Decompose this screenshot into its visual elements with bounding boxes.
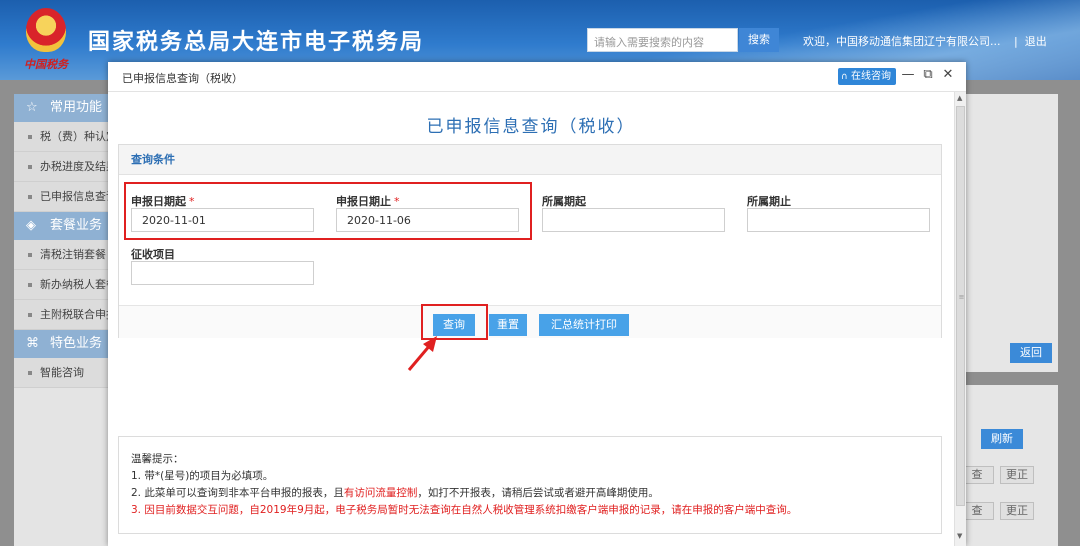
- summary-print-button[interactable]: 汇总统计打印: [539, 314, 629, 336]
- annotation-box-dates: [124, 182, 532, 240]
- sidebar-item-label: 税（费）种认定: [40, 130, 116, 143]
- headset-icon: ∩: [841, 72, 848, 82]
- query-conditions-panel: 查询条件 申报日期起 * 2020-11-01 申报日期止 * 2020-11-06…: [118, 144, 942, 338]
- tips-panel: 温馨提示： 1. 带*(星号)的项目为必填项。 2. 此菜单可以查询到非本平台申…: [118, 436, 942, 534]
- logout-link[interactable]: | 退出: [1014, 33, 1047, 49]
- query-panel-header: 查询条件: [119, 145, 941, 175]
- sidebar-group-common[interactable]: ☆ 常用功能: [14, 94, 116, 122]
- sidebar-item-label: 办税进度及结果: [40, 160, 116, 173]
- grip-icon: ≡: [958, 293, 965, 301]
- sidebar-group-featured[interactable]: ⌘ 特色业务: [14, 330, 116, 358]
- sidebar-item-new-taxpayer[interactable]: 新办纳税人套餐: [14, 270, 116, 300]
- sidebar-group-label: 特色业务: [50, 336, 103, 351]
- site-title: 国家税务总局大连市电子税务局: [88, 30, 425, 55]
- logout-label[interactable]: 退出: [1025, 35, 1047, 48]
- bullet-icon: [28, 195, 32, 199]
- sidebar-item-label: 智能咨询: [40, 366, 84, 379]
- page-title: 已申报信息查询（税收）: [426, 117, 636, 137]
- period-start-label: 所属期起: [542, 195, 586, 208]
- sidebar-item-label: 清税注销套餐: [40, 248, 106, 261]
- bullet-icon: [28, 371, 32, 375]
- period-end-input[interactable]: [747, 208, 930, 232]
- sidebar-group-package[interactable]: ◈ 套餐业务: [14, 212, 116, 240]
- restore-icon[interactable]: ⧉: [920, 67, 936, 82]
- header-separator: |: [1014, 35, 1018, 48]
- return-button[interactable]: 返回: [1010, 343, 1052, 363]
- background-panel-top: [962, 94, 1058, 372]
- bullet-icon: [28, 165, 32, 169]
- levy-item-input[interactable]: [131, 261, 314, 285]
- search-button[interactable]: 搜索: [739, 28, 779, 52]
- sidebar-item-deregistration[interactable]: 清税注销套餐: [14, 240, 116, 270]
- tip-line-2: 2. 此菜单可以查询到非本平台申报的报表，且有访问流量控制，如打不开报表，请稍后…: [131, 485, 929, 502]
- dialog-titlebar: 已申报信息查询（税收） ∩ 在线咨询 — ⧉ ✕: [108, 62, 966, 92]
- bullet-icon: [28, 283, 32, 287]
- period-end-label: 所属期止: [747, 195, 791, 208]
- bullet-icon: [28, 253, 32, 257]
- online-consult-label: 在线咨询: [851, 71, 891, 82]
- scroll-up-icon[interactable]: ▲: [957, 94, 962, 102]
- welcome-text[interactable]: 欢迎，中国移动通信集团辽宁有限公司...: [803, 33, 1001, 49]
- button-row: 查询 重置 汇总统计打印: [119, 305, 941, 338]
- scroll-down-icon[interactable]: ▼: [957, 532, 962, 540]
- scroll-thumb[interactable]: ≡: [956, 106, 965, 506]
- tips-title: 温馨提示：: [131, 453, 184, 465]
- declared-info-dialog: 已申报信息查询（税收） ∩ 在线咨询 — ⧉ ✕ ▲ ≡ ▼ 已申报信息查询（税收…: [108, 62, 966, 546]
- correct-button[interactable]: 更正: [1000, 466, 1034, 484]
- tip-line-3: 3. 因目前数据交互问题，自2019年9月起，电子税务局暂时无法查询在自然人税收…: [131, 504, 798, 516]
- dialog-title: 已申报信息查询（税收）: [122, 72, 243, 85]
- annotation-arrow-icon: [407, 336, 437, 371]
- close-icon[interactable]: ✕: [940, 67, 956, 82]
- tip-line-1: 1. 带*(星号)的项目为必填项。: [131, 470, 274, 482]
- minimize-icon[interactable]: —: [900, 67, 916, 82]
- levy-item-label: 征收项目: [131, 248, 175, 261]
- tax-emblem-icon: [26, 8, 66, 52]
- sidebar-item-declared-query[interactable]: 已申报信息查询: [14, 182, 116, 212]
- tip-highlight: 有访问流量控制: [343, 487, 418, 499]
- sidebar-item-label: 新办纳税人套餐: [40, 278, 116, 291]
- tip-text: 2. 此菜单可以查询到非本平台申报的报表，且: [131, 487, 344, 499]
- sidebar-group-label: 套餐业务: [50, 218, 103, 233]
- bullet-icon: [28, 135, 32, 139]
- sidebar-item-label: 已申报信息查询: [40, 190, 116, 203]
- period-start-input[interactable]: [542, 208, 725, 232]
- refresh-button[interactable]: 刷新: [981, 429, 1023, 449]
- sidebar-group-label: 常用功能: [50, 100, 103, 115]
- tip-text: ，如打不开报表，请稍后尝试或者避开高峰期使用。: [417, 487, 659, 499]
- emblem-caption: 中国税务: [24, 58, 68, 71]
- online-consult-button[interactable]: ∩ 在线咨询: [838, 68, 896, 85]
- sidebar-item-joint-declaration[interactable]: 主附税联合申报: [14, 300, 116, 330]
- bullet-icon: [28, 313, 32, 317]
- featured-icon: ⌘: [26, 336, 39, 351]
- sidebar-item-smart-consult[interactable]: 智能咨询: [14, 358, 116, 388]
- star-icon: ☆: [26, 100, 38, 115]
- sidebar: ☆ 常用功能 税（费）种认定 办税进度及结果 已申报信息查询 ◈ 套餐业务 清税注销…: [14, 94, 116, 546]
- correct-button[interactable]: 更正: [1000, 502, 1034, 520]
- sidebar-item-label: 主附税联合申报: [40, 308, 116, 321]
- reset-button[interactable]: 重置: [489, 314, 527, 336]
- sidebar-item-tax-identification[interactable]: 税（费）种认定: [14, 122, 116, 152]
- package-icon: ◈: [26, 218, 36, 233]
- sidebar-item-progress[interactable]: 办税进度及结果: [14, 152, 116, 182]
- search-input[interactable]: 请输入需要搜索的内容: [587, 28, 738, 52]
- dialog-scrollbar[interactable]: ▲ ≡ ▼: [954, 92, 966, 546]
